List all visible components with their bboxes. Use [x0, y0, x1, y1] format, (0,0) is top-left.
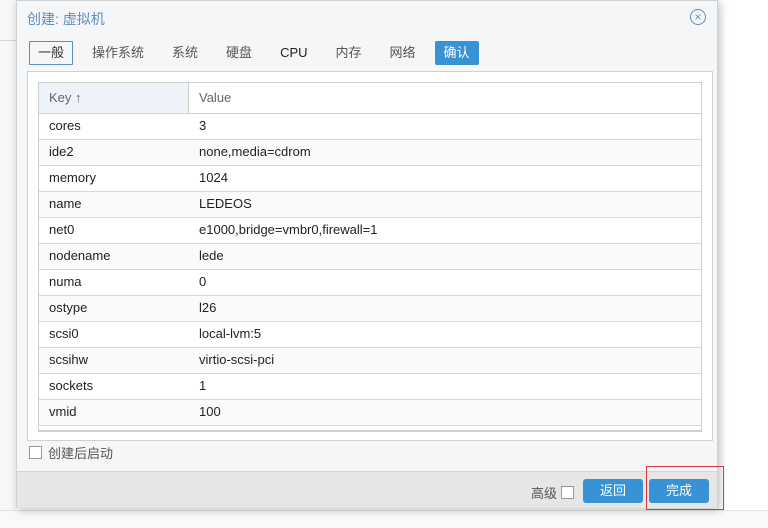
cell-value: virtio-scsi-pci [199, 352, 275, 367]
table-row[interactable]: scsihw virtio-scsi-pci [39, 348, 701, 374]
table-row[interactable]: nodename lede [39, 244, 701, 270]
cell-value: 100 [199, 404, 221, 419]
table-row[interactable]: net0 e1000,bridge=vmbr0,firewall=1 [39, 218, 701, 244]
start-after-create-checkbox[interactable] [29, 446, 42, 459]
tab-general[interactable]: 一般 [29, 41, 74, 65]
table-row[interactable]: ostype l26 [39, 296, 701, 322]
cell-value: none,media=cdrom [199, 144, 311, 159]
cell-key: name [49, 196, 82, 211]
tab-cpu[interactable]: CPU [271, 41, 316, 65]
cell-key: ostype [49, 300, 88, 315]
table-row[interactable]: name LEDEOS [39, 192, 701, 218]
tab-os[interactable]: 操作系统 [83, 41, 153, 65]
table-row[interactable]: memory 1024 [39, 166, 701, 192]
table-row[interactable]: numa 0 [39, 270, 701, 296]
tab-memory[interactable]: 内存 [327, 41, 371, 65]
background-divider [0, 40, 16, 41]
column-header-key[interactable]: Key ↑ [39, 83, 189, 113]
dialog-title: 创建: 虚拟机 [27, 11, 105, 27]
start-after-create-label: 创建后启动 [48, 446, 114, 461]
cell-key: ide2 [49, 144, 74, 159]
background-footer [0, 510, 768, 528]
cell-key: scsihw [49, 352, 89, 367]
cell-value: l26 [199, 300, 217, 315]
cell-value: 1024 [199, 170, 228, 185]
cell-value: e1000,bridge=vmbr0,firewall=1 [199, 222, 378, 237]
cell-key: net0 [49, 222, 75, 237]
cell-value: local-lvm:5 [199, 326, 262, 341]
cell-key: numa [49, 274, 82, 289]
grid-header: Key ↑ Value [39, 83, 701, 114]
cell-value: 0 [199, 274, 207, 289]
table-row[interactable]: scsi0 local-lvm:5 [39, 322, 701, 348]
cell-key: scsi0 [49, 326, 79, 341]
wizard-tabs: 一般 操作系统 系统 硬盘 CPU 内存 网络 确认 [29, 41, 489, 65]
cell-key: vmid [49, 404, 77, 419]
cell-value: lede [199, 248, 224, 263]
start-after-create[interactable]: 创建后启动 [29, 443, 113, 462]
confirm-panel: Key ↑ Value cores 3 ide2 none,media=cdrom me… [27, 71, 713, 441]
dialog-footer: 高级 返回 完成 [17, 471, 717, 508]
background-panel [0, 0, 16, 527]
back-button[interactable]: 返回 [583, 479, 643, 503]
table-row[interactable]: vmid 100 [39, 400, 701, 426]
table-row[interactable]: cores 3 [39, 114, 701, 140]
cell-value: 1 [199, 378, 207, 393]
table-row[interactable]: sockets 1 [39, 374, 701, 400]
table-row[interactable]: ide2 none,media=cdrom [39, 140, 701, 166]
close-icon[interactable]: × [690, 9, 706, 25]
cell-key: nodename [49, 248, 111, 263]
advanced-checkbox[interactable] [561, 486, 575, 499]
column-header-value[interactable]: Value [189, 83, 701, 113]
advanced-toggle[interactable]: 高级 [531, 483, 575, 502]
tab-network[interactable]: 网络 [381, 41, 425, 65]
cell-key: cores [49, 118, 81, 133]
advanced-label: 高级 [531, 486, 558, 501]
create-vm-dialog: 创建: 虚拟机 × 一般 操作系统 系统 硬盘 CPU 内存 网络 确认 Key… [16, 0, 718, 508]
cell-key: sockets [49, 378, 94, 393]
tab-system[interactable]: 系统 [163, 41, 207, 65]
grid-body: cores 3 ide2 none,media=cdrom memory 1024 name… [39, 114, 701, 426]
tab-confirm[interactable]: 确认 [434, 41, 479, 65]
cell-key: memory [49, 170, 96, 185]
cell-value: 3 [199, 118, 207, 133]
tab-disk[interactable]: 硬盘 [217, 41, 261, 65]
finish-button[interactable]: 完成 [649, 479, 709, 503]
summary-grid: Key ↑ Value cores 3 ide2 none,media=cdrom me… [38, 82, 702, 432]
cell-value: LEDEOS [199, 196, 252, 211]
